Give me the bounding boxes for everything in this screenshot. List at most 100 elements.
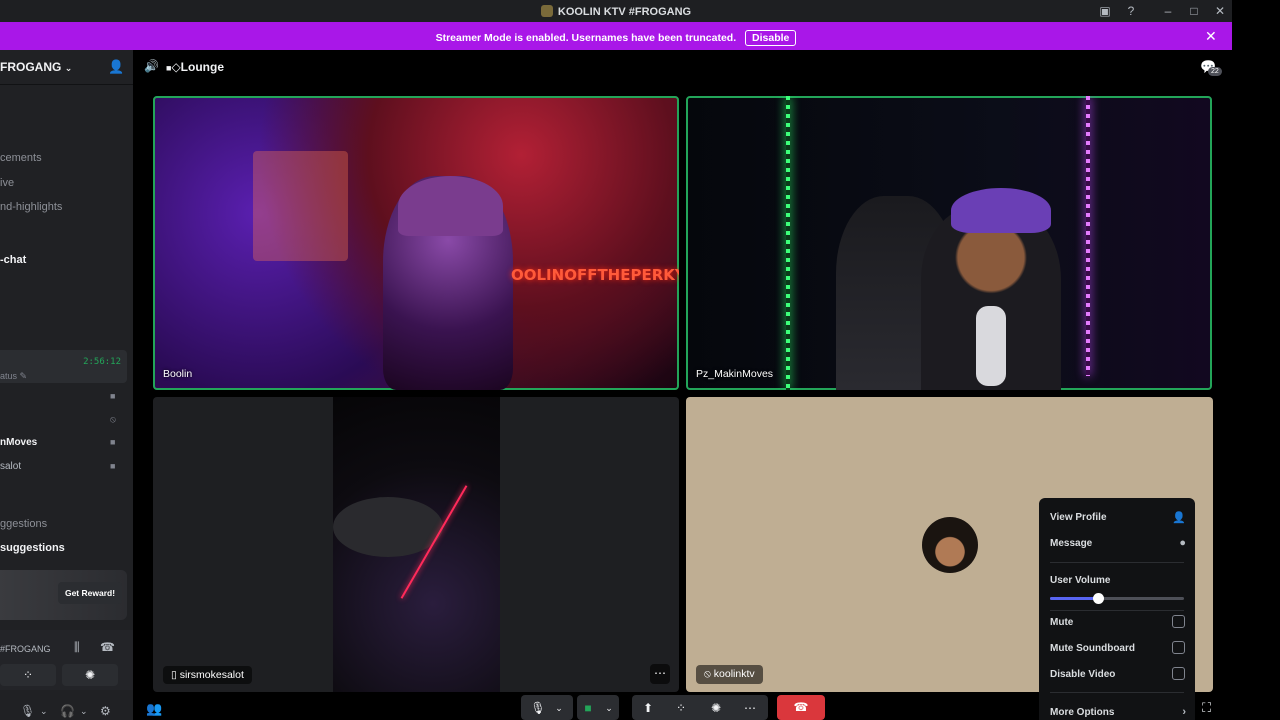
more-options-icon[interactable]: ⋯ [650, 664, 670, 684]
connection-channel-name: #FROGANG [0, 644, 51, 654]
purple-led-strip [1086, 96, 1090, 376]
microphone-shape [976, 306, 1006, 386]
user-context-menu: View Profile 👤 Message ● User Volume Mute … [1039, 498, 1195, 720]
camera-icon: ■ [110, 391, 116, 401]
menu-item-disable-video[interactable]: Disable Video [1050, 667, 1186, 680]
camera-icon: ■ [110, 461, 116, 471]
divider [0, 84, 133, 85]
settings-gear-icon[interactable]: ⚙ [100, 704, 111, 718]
chat-bubble-icon: ● [1179, 537, 1186, 549]
video-tile-makinmoves[interactable]: Pz_MakinMoves [686, 96, 1212, 390]
chevron-down-icon[interactable]: ⌄ [602, 697, 616, 720]
pencil-icon: ✎ [19, 371, 28, 381]
avatar [922, 517, 978, 573]
menu-item-message[interactable]: Message ● [1050, 537, 1186, 549]
screen-share-icon[interactable]: ⬆ [640, 697, 656, 720]
menu-label-user-volume: User Volume [1050, 575, 1111, 586]
chevron-right-icon: › [1182, 706, 1186, 718]
screen-edge [1232, 0, 1280, 720]
menu-item-more-options[interactable]: More Options › [1050, 706, 1186, 718]
fullscreen-icon[interactable]: ⛶ [1202, 700, 1211, 716]
channel-item[interactable]: nd-highlights [0, 201, 62, 213]
close-window-button[interactable]: ✕ [1212, 3, 1228, 19]
user-panel: 🎙 ⌄ 🎧 ⌄ ⚙ [0, 700, 133, 720]
microphone-icon[interactable]: 🎙 [530, 697, 546, 720]
more-options-icon[interactable]: ⋯ [742, 697, 758, 720]
voice-status[interactable]: atus ✎ [0, 371, 27, 382]
camera-icon[interactable]: ■ [580, 697, 596, 720]
chevron-down-icon[interactable]: ⌄ [80, 706, 88, 717]
person-icon: 👤 [1172, 512, 1186, 524]
soundboard-icon: ✺ [84, 668, 96, 682]
title-bar: KOOLIN KTV #FROGANG ▣ ? – □ ✕ [0, 0, 1232, 22]
phone-icon: ▯ [171, 669, 177, 681]
disable-video-checkbox[interactable] [1172, 667, 1185, 680]
chat-unread-badge: 22 [1208, 67, 1222, 76]
voice-channel-active[interactable]: 2:56:12 atus ✎ [0, 350, 127, 383]
cap-shape [333, 497, 443, 557]
disconnect-icon[interactable]: ☎ [100, 640, 115, 654]
slider-fill [1050, 597, 1099, 600]
chevron-down-icon[interactable]: ⌄ [40, 706, 48, 717]
user-volume-slider[interactable] [1050, 593, 1184, 604]
participant-name-pill: ⦸ koolinktv [696, 665, 763, 684]
menu-item-view-profile[interactable]: View Profile 👤 [1050, 512, 1186, 524]
get-reward-button[interactable]: Get Reward! [58, 582, 122, 604]
leave-call-button[interactable]: ☎ [777, 695, 825, 720]
app-icon [540, 5, 553, 17]
close-banner-icon[interactable]: ✕ [1205, 28, 1217, 45]
help-icon[interactable]: ? [1123, 3, 1139, 19]
voice-timer: 2:56:12 [83, 357, 121, 367]
chevron-down-icon[interactable]: ⌄ [552, 697, 566, 720]
channel-item[interactable]: suggestions [0, 542, 65, 554]
disable-streamer-mode-button[interactable]: Disable [745, 30, 797, 46]
minimize-button[interactable]: – [1160, 3, 1176, 19]
voice-channel-title: ■◇Lounge [166, 60, 224, 74]
server-name[interactable]: FROGANG ⌄ [0, 60, 72, 74]
reward-card: Get Reward! [0, 570, 127, 620]
mute-soundboard-checkbox[interactable] [1172, 641, 1185, 654]
channel-item[interactable]: -chat [0, 254, 26, 266]
channel-item[interactable]: ive [0, 177, 14, 189]
divider [1050, 692, 1184, 693]
slider-handle[interactable] [1093, 593, 1105, 604]
green-led-strip [786, 96, 790, 390]
menu-item-mute-soundboard[interactable]: Mute Soundboard [1050, 641, 1186, 654]
menu-item-mute[interactable]: Mute [1050, 615, 1186, 628]
window-title: KOOLIN KTV #FROGANG [0, 5, 1232, 18]
maximize-button[interactable]: □ [1186, 3, 1202, 19]
muted-mic-icon: ⦸ [704, 668, 711, 680]
soundboard-button[interactable]: ✺ [62, 664, 118, 686]
mute-checkbox[interactable] [1172, 615, 1185, 628]
speaker-icon: 🔊 [144, 59, 159, 73]
activities-button[interactable]: ⁘ [0, 664, 56, 686]
participant-name: Boolin [163, 368, 193, 380]
camera-icon: ■ [110, 437, 116, 447]
video-tile-boolin[interactable]: OOLINOFFTHEPERKY Boolin [153, 96, 679, 390]
invite-member-icon[interactable]: 👤 [108, 59, 124, 75]
invite-to-call-icon[interactable]: 👥 [146, 701, 162, 717]
channel-item[interactable]: ggestions [0, 518, 47, 530]
soundboard-icon[interactable]: ✺ [708, 697, 724, 720]
activities-icon[interactable]: ⁘ [673, 697, 689, 720]
voice-connection-panel: #FROGANG ⫼ ☎ ⁘ ✺ [0, 630, 133, 690]
channel-item[interactable]: cements [0, 152, 42, 164]
banner-message: Streamer Mode is enabled. Usernames have… [435, 32, 737, 44]
divider [1050, 562, 1184, 563]
participant-name-pill: ▯ sirsmokesalot [163, 666, 252, 684]
voice-user[interactable]: nMoves [0, 437, 37, 448]
streamer-mode-banner: Streamer Mode is enabled. Usernames have… [0, 22, 1232, 50]
noise-suppression-icon[interactable]: ⫼ [74, 640, 80, 655]
cap-shape [398, 176, 503, 236]
neon-sign-text: OOLINOFFTHEPERKY [511, 266, 679, 284]
microphone-icon[interactable]: 🎙 [20, 704, 35, 718]
cap-shape [951, 188, 1051, 233]
divider [1050, 610, 1184, 611]
video-tile-sirsmokesalot[interactable]: ▯ sirsmokesalot [153, 397, 679, 692]
voice-user[interactable]: salot [0, 461, 21, 472]
cast-icon[interactable]: ▣ [1097, 3, 1113, 19]
hang-up-icon: ☎ [793, 700, 809, 714]
headphones-icon[interactable]: 🎧 [60, 704, 75, 718]
channel-sidebar: FROGANG ⌄ 👤 cements ive nd-highlights -c… [0, 50, 133, 720]
muted-mic-icon: ⦸ [110, 414, 116, 424]
